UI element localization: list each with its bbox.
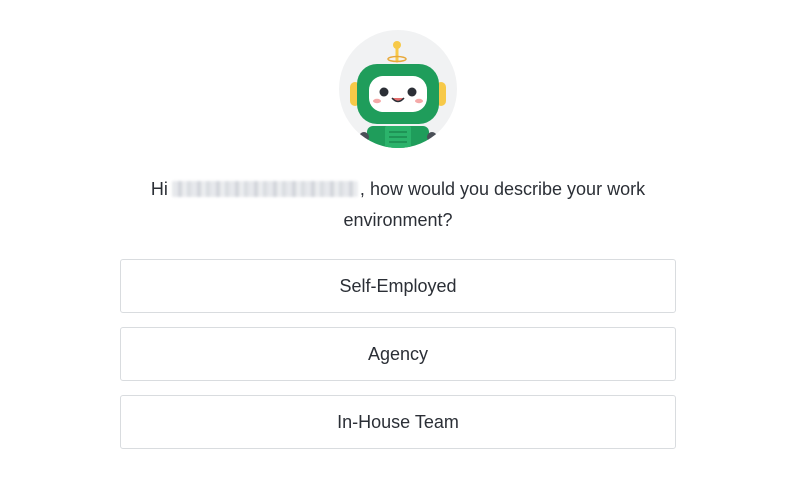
option-in-house-team[interactable]: In-House Team <box>120 395 676 449</box>
redacted-user-name <box>171 181 358 197</box>
option-label: In-House Team <box>337 411 459 432</box>
option-self-employed[interactable]: Self-Employed <box>120 259 676 313</box>
robot-icon <box>350 41 446 148</box>
question-body: how would you describe your work environ… <box>343 179 646 230</box>
option-agency[interactable]: Agency <box>120 327 676 381</box>
question-text: Hi, how would you describe your work env… <box>150 179 646 230</box>
option-label: Agency <box>367 343 429 364</box>
bot-avatar <box>339 30 457 148</box>
option-label: Self-Employed <box>339 275 457 296</box>
greeting-text: Hi <box>150 179 168 199</box>
